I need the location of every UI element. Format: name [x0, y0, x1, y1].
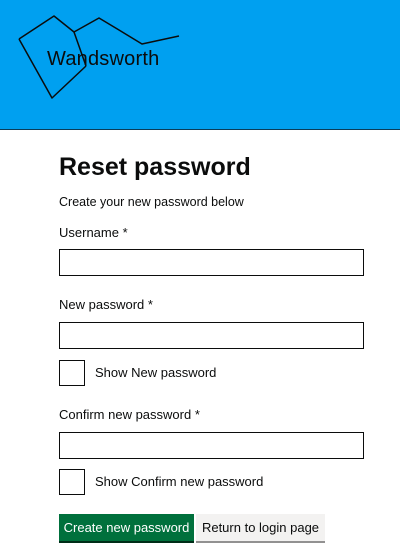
show-new-password-checkbox[interactable] — [59, 359, 85, 386]
username-field[interactable] — [59, 249, 364, 276]
new-password-field[interactable] — [59, 322, 364, 349]
username-label: Username * — [59, 225, 128, 240]
show-new-password-label[interactable]: Show New password — [95, 365, 216, 380]
show-confirm-password-checkbox[interactable] — [59, 468, 85, 495]
logo-text: Wandsworth — [47, 48, 160, 70]
confirm-password-field[interactable] — [59, 432, 364, 459]
return-to-login-button[interactable]: Return to login page — [196, 514, 325, 541]
intro-text: Create your new password below — [59, 195, 244, 209]
show-new-password-toggle[interactable]: Show New password — [59, 359, 216, 386]
create-new-password-button[interactable]: Create new password — [59, 514, 194, 541]
show-confirm-password-toggle[interactable]: Show Confirm new password — [59, 468, 263, 495]
show-confirm-password-label[interactable]: Show Confirm new password — [95, 474, 263, 489]
wandsworth-logo[interactable]: Wandsworth — [14, 14, 184, 104]
confirm-password-label: Confirm new password * — [59, 407, 200, 422]
new-password-label: New password * — [59, 297, 153, 312]
site-header: Wandsworth — [0, 0, 400, 130]
page-title: Reset password — [59, 153, 251, 181]
